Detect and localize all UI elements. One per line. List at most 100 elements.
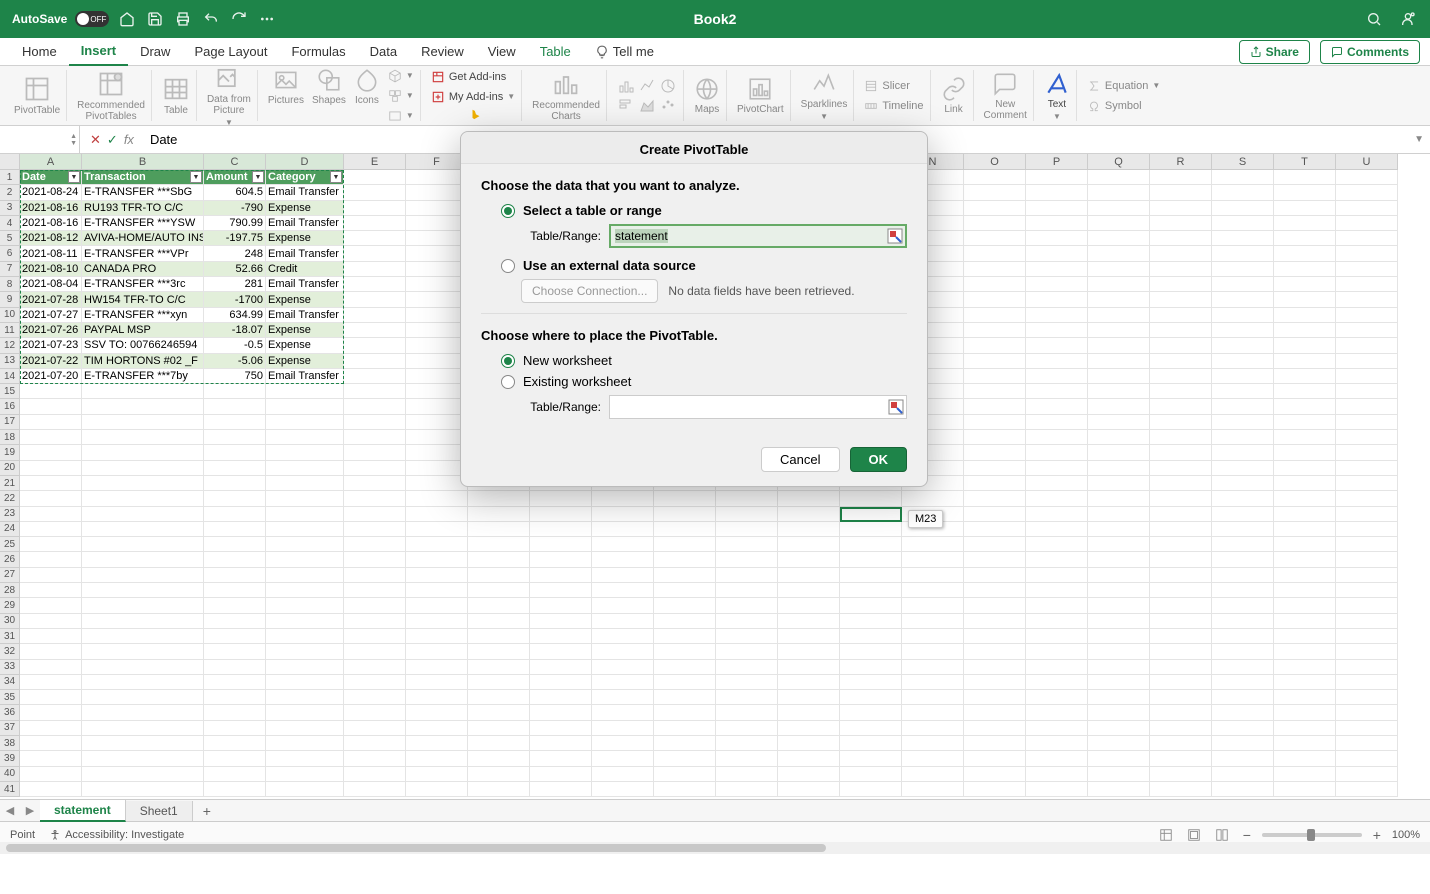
cell[interactable] (344, 201, 406, 216)
cell[interactable] (1274, 614, 1336, 629)
cell[interactable] (406, 415, 468, 430)
row-header-23[interactable]: 23 (0, 507, 20, 522)
cell[interactable] (530, 736, 592, 751)
cell[interactable] (468, 705, 530, 720)
table-cell[interactable]: -5.06 (204, 354, 266, 369)
tab-home[interactable]: Home (10, 38, 69, 65)
cell[interactable] (1274, 583, 1336, 598)
cell[interactable] (1212, 323, 1274, 338)
row-header-17[interactable]: 17 (0, 415, 20, 430)
formula-expand-icon[interactable]: ▼ (1408, 134, 1430, 145)
cell[interactable] (406, 476, 468, 491)
cell[interactable] (716, 660, 778, 675)
cell[interactable] (1026, 185, 1088, 200)
cell[interactable] (344, 751, 406, 766)
cell[interactable] (1336, 476, 1398, 491)
cell[interactable] (1150, 644, 1212, 659)
cell[interactable] (1026, 292, 1088, 307)
view-page-layout-icon[interactable] (1184, 827, 1204, 843)
cell[interactable] (20, 782, 82, 797)
cell[interactable] (406, 354, 468, 369)
cell[interactable] (654, 705, 716, 720)
cell[interactable] (406, 751, 468, 766)
cell[interactable] (406, 399, 468, 414)
cell[interactable] (406, 170, 468, 185)
cell[interactable] (1026, 369, 1088, 384)
table-cell[interactable]: 2021-07-27 (20, 308, 82, 323)
cell[interactable] (592, 491, 654, 506)
row-header-16[interactable]: 16 (0, 399, 20, 414)
cell[interactable] (1150, 170, 1212, 185)
cell[interactable] (964, 354, 1026, 369)
cell[interactable] (1026, 277, 1088, 292)
cell[interactable] (266, 430, 344, 445)
col-header-D[interactable]: D (266, 154, 344, 170)
cell[interactable] (82, 461, 204, 476)
cell[interactable] (468, 568, 530, 583)
cell[interactable] (1274, 445, 1336, 460)
cell[interactable] (266, 598, 344, 613)
cell[interactable] (1026, 461, 1088, 476)
cell[interactable] (592, 552, 654, 567)
cell[interactable] (778, 675, 840, 690)
cell[interactable] (1088, 399, 1150, 414)
cell[interactable] (778, 736, 840, 751)
cell[interactable] (530, 660, 592, 675)
cell[interactable] (1026, 323, 1088, 338)
cell[interactable] (406, 369, 468, 384)
cell[interactable] (902, 736, 964, 751)
cell[interactable] (266, 721, 344, 736)
cell[interactable] (344, 292, 406, 307)
cell[interactable] (716, 705, 778, 720)
cell[interactable] (1026, 308, 1088, 323)
cell[interactable] (1274, 231, 1336, 246)
cell[interactable] (1026, 552, 1088, 567)
cell[interactable] (1026, 583, 1088, 598)
table-cell[interactable]: -0.5 (204, 338, 266, 353)
cell[interactable] (1212, 537, 1274, 552)
cell[interactable] (530, 782, 592, 797)
cell[interactable] (840, 568, 902, 583)
cell[interactable] (82, 736, 204, 751)
table-cell[interactable]: -790 (204, 201, 266, 216)
comments-button[interactable]: Comments (1320, 40, 1420, 64)
cell[interactable] (204, 507, 266, 522)
cell[interactable] (1274, 476, 1336, 491)
cell[interactable] (1088, 415, 1150, 430)
cell[interactable] (778, 552, 840, 567)
cell[interactable] (592, 568, 654, 583)
ribbon-3dmodels[interactable]: ▼ (388, 67, 414, 85)
cell[interactable] (902, 690, 964, 705)
cell[interactable] (82, 782, 204, 797)
cell[interactable] (1026, 246, 1088, 261)
table-cell[interactable]: 2021-07-22 (20, 354, 82, 369)
row-header-27[interactable]: 27 (0, 568, 20, 583)
cell[interactable] (592, 767, 654, 782)
cell[interactable] (266, 782, 344, 797)
cell[interactable] (716, 568, 778, 583)
cell[interactable] (654, 644, 716, 659)
table-cell[interactable]: SSV TO: 00766246594 (82, 338, 204, 353)
cell[interactable] (840, 552, 902, 567)
table-cell[interactable]: Email Transfer (266, 185, 344, 200)
cell[interactable] (1088, 690, 1150, 705)
cell[interactable] (266, 552, 344, 567)
tab-page-layout[interactable]: Page Layout (182, 38, 279, 65)
cell[interactable] (964, 185, 1026, 200)
cell[interactable] (1336, 323, 1398, 338)
radio-select-table[interactable] (501, 204, 515, 218)
cell[interactable] (1088, 185, 1150, 200)
cell[interactable] (1336, 660, 1398, 675)
table-cell[interactable]: RU193 TFR-TO C/C (82, 201, 204, 216)
cell[interactable] (1212, 354, 1274, 369)
ribbon-equation[interactable]: Equation ▼ (1087, 77, 1160, 95)
cell[interactable] (82, 491, 204, 506)
table-cell[interactable]: Email Transfer (266, 216, 344, 231)
cell[interactable] (1212, 277, 1274, 292)
cell[interactable] (1212, 246, 1274, 261)
search-icon[interactable] (1364, 9, 1384, 29)
cell[interactable] (344, 430, 406, 445)
cell[interactable] (468, 690, 530, 705)
share-button[interactable]: Share (1239, 40, 1310, 64)
cell[interactable] (592, 598, 654, 613)
